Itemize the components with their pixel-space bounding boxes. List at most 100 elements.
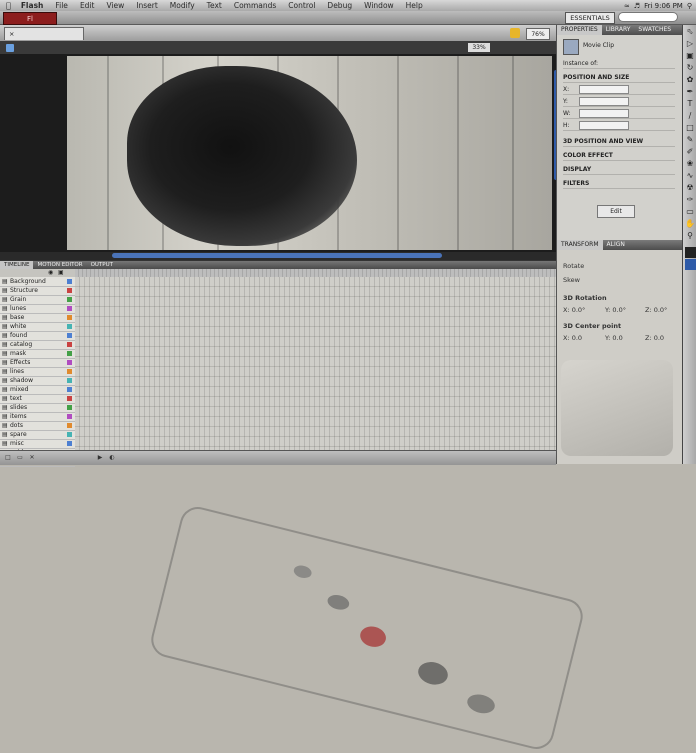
eraser-icon[interactable]: ▭	[685, 206, 696, 217]
x-field[interactable]	[579, 85, 629, 94]
frame-row[interactable]	[75, 412, 556, 421]
tab-output[interactable]: OUTPUT	[87, 261, 117, 269]
zoom-select[interactable]: 76%	[526, 28, 550, 40]
close-icon[interactable]: ×	[9, 30, 14, 38]
free-transform-icon[interactable]: ▣	[685, 50, 696, 61]
layer-color-swatch[interactable]	[67, 297, 72, 302]
layer-color-swatch[interactable]	[67, 351, 72, 356]
center-y[interactable]: Y: 0.0	[605, 334, 623, 342]
clock[interactable]: Fri 9:06 PM	[644, 2, 683, 10]
bone-icon[interactable]: ∿	[685, 170, 696, 181]
layer-color-swatch[interactable]	[67, 378, 72, 383]
layer-color-swatch[interactable]	[67, 432, 72, 437]
edit-symbols-icon[interactable]	[510, 28, 520, 38]
spotlight-icon[interactable]: ⚲	[687, 2, 692, 10]
deco-icon[interactable]: ❀	[685, 158, 696, 169]
frame-row[interactable]	[75, 349, 556, 358]
center-z[interactable]: Z: 0.0	[645, 334, 664, 342]
layer-color-swatch[interactable]	[67, 306, 72, 311]
menu-commands[interactable]: Commands	[228, 1, 282, 10]
frame-row[interactable]	[75, 439, 556, 448]
3d-rotation-icon[interactable]: ↻	[685, 62, 696, 73]
onion-skin-icon[interactable]: ◐	[108, 454, 116, 462]
center-x[interactable]: X: 0.0	[563, 334, 582, 342]
tab-motion-editor[interactable]: MOTION EDITOR	[33, 261, 86, 269]
menu-insert[interactable]: Insert	[130, 1, 164, 10]
edit-button[interactable]: Edit	[597, 205, 635, 218]
document-tab[interactable]: ×	[4, 27, 84, 40]
frame-row[interactable]	[75, 304, 556, 313]
stage[interactable]	[67, 56, 552, 250]
menu-text[interactable]: Text	[201, 1, 228, 10]
selection-icon[interactable]: ⬁	[685, 26, 696, 37]
frame-row[interactable]	[75, 430, 556, 439]
layer-color-swatch[interactable]	[67, 369, 72, 374]
tab-timeline[interactable]: TIMELINE	[0, 261, 34, 269]
layer-color-swatch[interactable]	[67, 324, 72, 329]
menu-debug[interactable]: Debug	[321, 1, 358, 10]
eye-icon[interactable]: ◉	[48, 269, 53, 276]
property-section[interactable]: FILTERS	[563, 179, 675, 189]
layer-color-swatch[interactable]	[67, 441, 72, 446]
layer-color-swatch[interactable]	[67, 360, 72, 365]
stage-zoom-field[interactable]: 33%	[468, 43, 490, 52]
property-section[interactable]: POSITION AND SIZE	[563, 73, 675, 83]
layer-color-swatch[interactable]	[67, 405, 72, 410]
layer-color-swatch[interactable]	[67, 333, 72, 338]
play-icon[interactable]: ▶	[96, 454, 104, 462]
y-field[interactable]	[579, 97, 629, 106]
new-layer-icon[interactable]: □	[4, 454, 12, 462]
frame-row[interactable]	[75, 403, 556, 412]
line-icon[interactable]: ∕	[685, 110, 696, 121]
tab-properties[interactable]: PROPERTIES	[557, 25, 602, 35]
frame-row[interactable]	[75, 340, 556, 349]
volume-icon[interactable]: ♬	[634, 2, 640, 10]
layer-color-swatch[interactable]	[67, 342, 72, 347]
lock-icon[interactable]: ▣	[58, 269, 64, 276]
wifi-icon[interactable]: ≈	[624, 2, 630, 10]
stroke-color-icon[interactable]	[684, 247, 696, 258]
frame-row[interactable]	[75, 376, 556, 385]
property-section[interactable]: 3D POSITION AND VIEW	[563, 137, 675, 147]
pencil-icon[interactable]: ✎	[685, 134, 696, 145]
layer-color-swatch[interactable]	[67, 423, 72, 428]
subselection-icon[interactable]: ▷	[685, 38, 696, 49]
frame-row[interactable]	[75, 385, 556, 394]
new-folder-icon[interactable]: ▭	[16, 454, 24, 462]
paint-bucket-icon[interactable]: ☢	[685, 182, 696, 193]
text-icon[interactable]: T	[685, 98, 696, 109]
layer-color-swatch[interactable]	[67, 279, 72, 284]
menu-modify[interactable]: Modify	[164, 1, 201, 10]
frame-row[interactable]	[75, 286, 556, 295]
layer-color-swatch[interactable]	[67, 288, 72, 293]
menu-file[interactable]: File	[49, 1, 74, 10]
frame-row[interactable]	[75, 358, 556, 367]
fill-color-icon[interactable]	[684, 259, 696, 270]
w-field[interactable]	[579, 109, 629, 118]
tab-swatches[interactable]: SWATCHES	[634, 25, 675, 35]
help-search-input[interactable]	[618, 12, 678, 22]
horizontal-scrollbar[interactable]	[0, 252, 556, 260]
apple-menu-icon[interactable]: 	[0, 1, 15, 10]
layer-color-swatch[interactable]	[67, 396, 72, 401]
lasso-icon[interactable]: ✿	[685, 74, 696, 85]
scroll-thumb[interactable]	[112, 253, 442, 258]
zoom-icon[interactable]: ⚲	[685, 230, 696, 241]
brush-icon[interactable]: ✐	[685, 146, 696, 157]
tab-library[interactable]: LIBRARY	[602, 25, 635, 35]
property-section[interactable]: COLOR EFFECT	[563, 151, 675, 161]
rotate-option[interactable]: Rotate	[563, 262, 584, 270]
frame-row[interactable]	[75, 331, 556, 340]
rotation-z[interactable]: Z: 0.0°	[645, 306, 667, 314]
hand-icon[interactable]: ✋	[685, 218, 696, 229]
layer-color-swatch[interactable]	[67, 315, 72, 320]
frame-grid[interactable]	[75, 277, 556, 465]
frame-row[interactable]	[75, 295, 556, 304]
layer-color-swatch[interactable]	[67, 414, 72, 419]
workspace-switcher[interactable]: ESSENTIALS	[565, 12, 615, 24]
h-field[interactable]	[579, 121, 629, 130]
eyedropper-icon[interactable]: ✑	[685, 194, 696, 205]
frame-row[interactable]	[75, 277, 556, 286]
frame-row[interactable]	[75, 322, 556, 331]
frame-row[interactable]	[75, 394, 556, 403]
